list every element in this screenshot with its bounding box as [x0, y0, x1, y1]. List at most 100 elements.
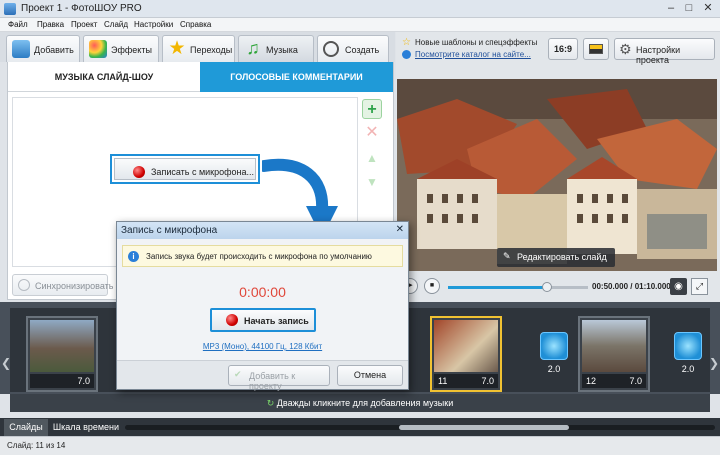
pencil-icon: ✎ [503, 251, 511, 261]
sync-icon [18, 279, 30, 291]
seek-handle[interactable] [542, 282, 553, 292]
start-recording-label: Начать запись [244, 316, 309, 326]
time-readout: 00:50.000 / 01:10.000 [592, 282, 671, 291]
menu-settings[interactable]: Настройки [134, 20, 173, 29]
fill-mode-button[interactable] [583, 38, 609, 60]
slide-preview [397, 79, 717, 271]
aspect-ratio-button[interactable]: 16:9 [548, 38, 578, 60]
globe-icon [402, 50, 411, 59]
player-controls: ▶ ■ 00:50.000 / 01:10.000 ◉ ⤢ [396, 274, 720, 300]
news-line1: Новые шаблоны и спецэффекты [415, 38, 538, 47]
add-photos-icon [12, 40, 30, 58]
camera-icon[interactable]: ◉ [670, 278, 687, 295]
slide-info: 11 7.0 [434, 374, 498, 388]
menu-bar: Файл Правка Проект Слайд Настройки Справ… [0, 18, 720, 32]
edit-slide-button[interactable]: ✎ Редактировать слайд [497, 248, 615, 267]
tab-transitions-label: Переходы [190, 45, 233, 55]
delete-icon[interactable]: ✕ [362, 123, 382, 143]
tab-add-label: Добавить [34, 45, 74, 55]
slide-info: 12 7.0 [582, 374, 646, 388]
info-message: i Запись звука будет происходить с микро… [122, 245, 403, 267]
film-reel-icon [323, 41, 339, 57]
scroll-right-icon[interactable]: ❯ [709, 356, 719, 370]
menu-file[interactable]: Файл [8, 20, 28, 29]
slide-image [434, 320, 498, 372]
slide-duration: 7.0 [77, 376, 90, 386]
music-hint: Дважды кликните для добавления музыки [276, 398, 454, 408]
title-bar: Проект 1 - ФотоШОУ PRO – □ ✕ [0, 0, 720, 18]
dialog-title: Запись с микрофона [121, 225, 218, 236]
add-icon[interactable]: + [362, 99, 382, 119]
sync-button[interactable]: Синхронизировать [12, 274, 113, 296]
menu-project[interactable]: Проект [71, 20, 97, 29]
dialog-title-bar: Запись с микрофона ✕ [117, 222, 408, 239]
news-block: ☆ Новые шаблоны и спецэффекты Посмотрите… [400, 36, 542, 62]
add-to-project-button[interactable]: ✔ Добавить к проекту [228, 365, 330, 391]
tab-add[interactable]: Добавить [6, 35, 80, 62]
slide-thumbnail-selected[interactable]: 11 7.0 [430, 316, 502, 392]
transition-duration: 2.0 [547, 364, 561, 374]
app-icon [4, 3, 16, 15]
maximize-icon[interactable]: □ [680, 2, 698, 15]
menu-edit[interactable]: Правка [37, 20, 64, 29]
tab-music[interactable]: ♫ Музыка [238, 35, 314, 62]
record-timer: 0:00:00 [239, 284, 286, 300]
slide-info: 7.0 [30, 374, 94, 388]
seek-progress [448, 286, 548, 289]
slide-image [30, 320, 94, 372]
catalog-link[interactable]: Посмотрите каталог на сайте... [415, 50, 531, 59]
scroll-left-icon[interactable]: ❮ [1, 356, 11, 370]
transition-icon[interactable] [540, 332, 568, 360]
add-to-project-label: Добавить к проекту [249, 371, 296, 391]
close-icon[interactable]: ✕ [699, 2, 717, 15]
star-icon: ★ [168, 38, 186, 59]
audio-format-link[interactable]: MP3 (Моно), 44100 Гц, 128 Кбит [117, 342, 408, 351]
project-settings-label: Настройки проекта [636, 45, 681, 65]
move-up-icon[interactable]: ▲ [362, 148, 382, 168]
tab-create-label: Создать [345, 45, 380, 55]
tab-create[interactable]: Создать [317, 35, 389, 62]
record-icon [133, 166, 145, 178]
music-track[interactable]: ↻ Дважды кликните для добавления музыки [10, 394, 710, 412]
dialog-close-icon[interactable]: ✕ [396, 224, 404, 235]
tab-effects[interactable]: Эффекты [83, 35, 159, 62]
gear-icon: ⚙ [619, 41, 632, 57]
start-recording-button[interactable]: Начать запись [210, 308, 316, 332]
music-add-icon: ↻ [266, 398, 275, 408]
slide-number: 12 [586, 376, 597, 386]
tab-effects-label: Эффекты [111, 45, 152, 55]
transition-duration: 2.0 [681, 364, 695, 374]
move-down-icon[interactable]: ▼ [362, 172, 382, 192]
edit-slide-label: Редактировать слайд [517, 252, 607, 262]
info-text: Запись звука будет происходить с микрофо… [146, 252, 372, 261]
minimize-icon[interactable]: – [662, 2, 680, 15]
tab-slides[interactable]: Слайды [4, 419, 48, 436]
menu-help[interactable]: Справка [180, 20, 211, 29]
slide-number: 11 [438, 376, 448, 386]
record-icon [226, 314, 238, 326]
status-text: Слайд: 11 из 14 [7, 441, 66, 450]
tab-transitions[interactable]: ★ Переходы [162, 35, 235, 62]
palette-icon [89, 40, 107, 58]
tab-timeline[interactable]: Шкала времени [52, 419, 120, 436]
seek-bar[interactable] [448, 282, 588, 292]
info-icon: i [128, 251, 139, 262]
slide-duration: 7.0 [481, 376, 494, 386]
cancel-button[interactable]: Отмена [337, 365, 403, 386]
check-icon: ✔ [234, 369, 242, 379]
subtab-voice-comments[interactable]: ГОЛОСОВЫЕ КОММЕНТАРИИ [200, 62, 393, 92]
scrollbar-thumb[interactable] [399, 425, 569, 430]
menu-slide[interactable]: Слайд [104, 20, 128, 29]
transition-icon[interactable] [674, 332, 702, 360]
slide-thumbnail[interactable]: 7.0 [26, 316, 98, 392]
record-from-mic-button[interactable]: Записать с микрофона... [110, 154, 260, 184]
subtab-slideshow-music[interactable]: МУЗЫКА СЛАЙД-ШОУ [8, 62, 200, 92]
fill-mode-icon [589, 44, 603, 54]
slide-thumbnail[interactable]: 12 7.0 [578, 316, 650, 392]
slide-image [582, 320, 646, 372]
project-settings-button[interactable]: ⚙ Настройки проекта [614, 38, 715, 65]
stop-icon[interactable]: ■ [424, 278, 440, 294]
strip-scrollbar[interactable] [125, 425, 715, 430]
sync-button-label: Синхронизировать [35, 281, 114, 291]
fullscreen-icon[interactable]: ⤢ [691, 278, 708, 295]
